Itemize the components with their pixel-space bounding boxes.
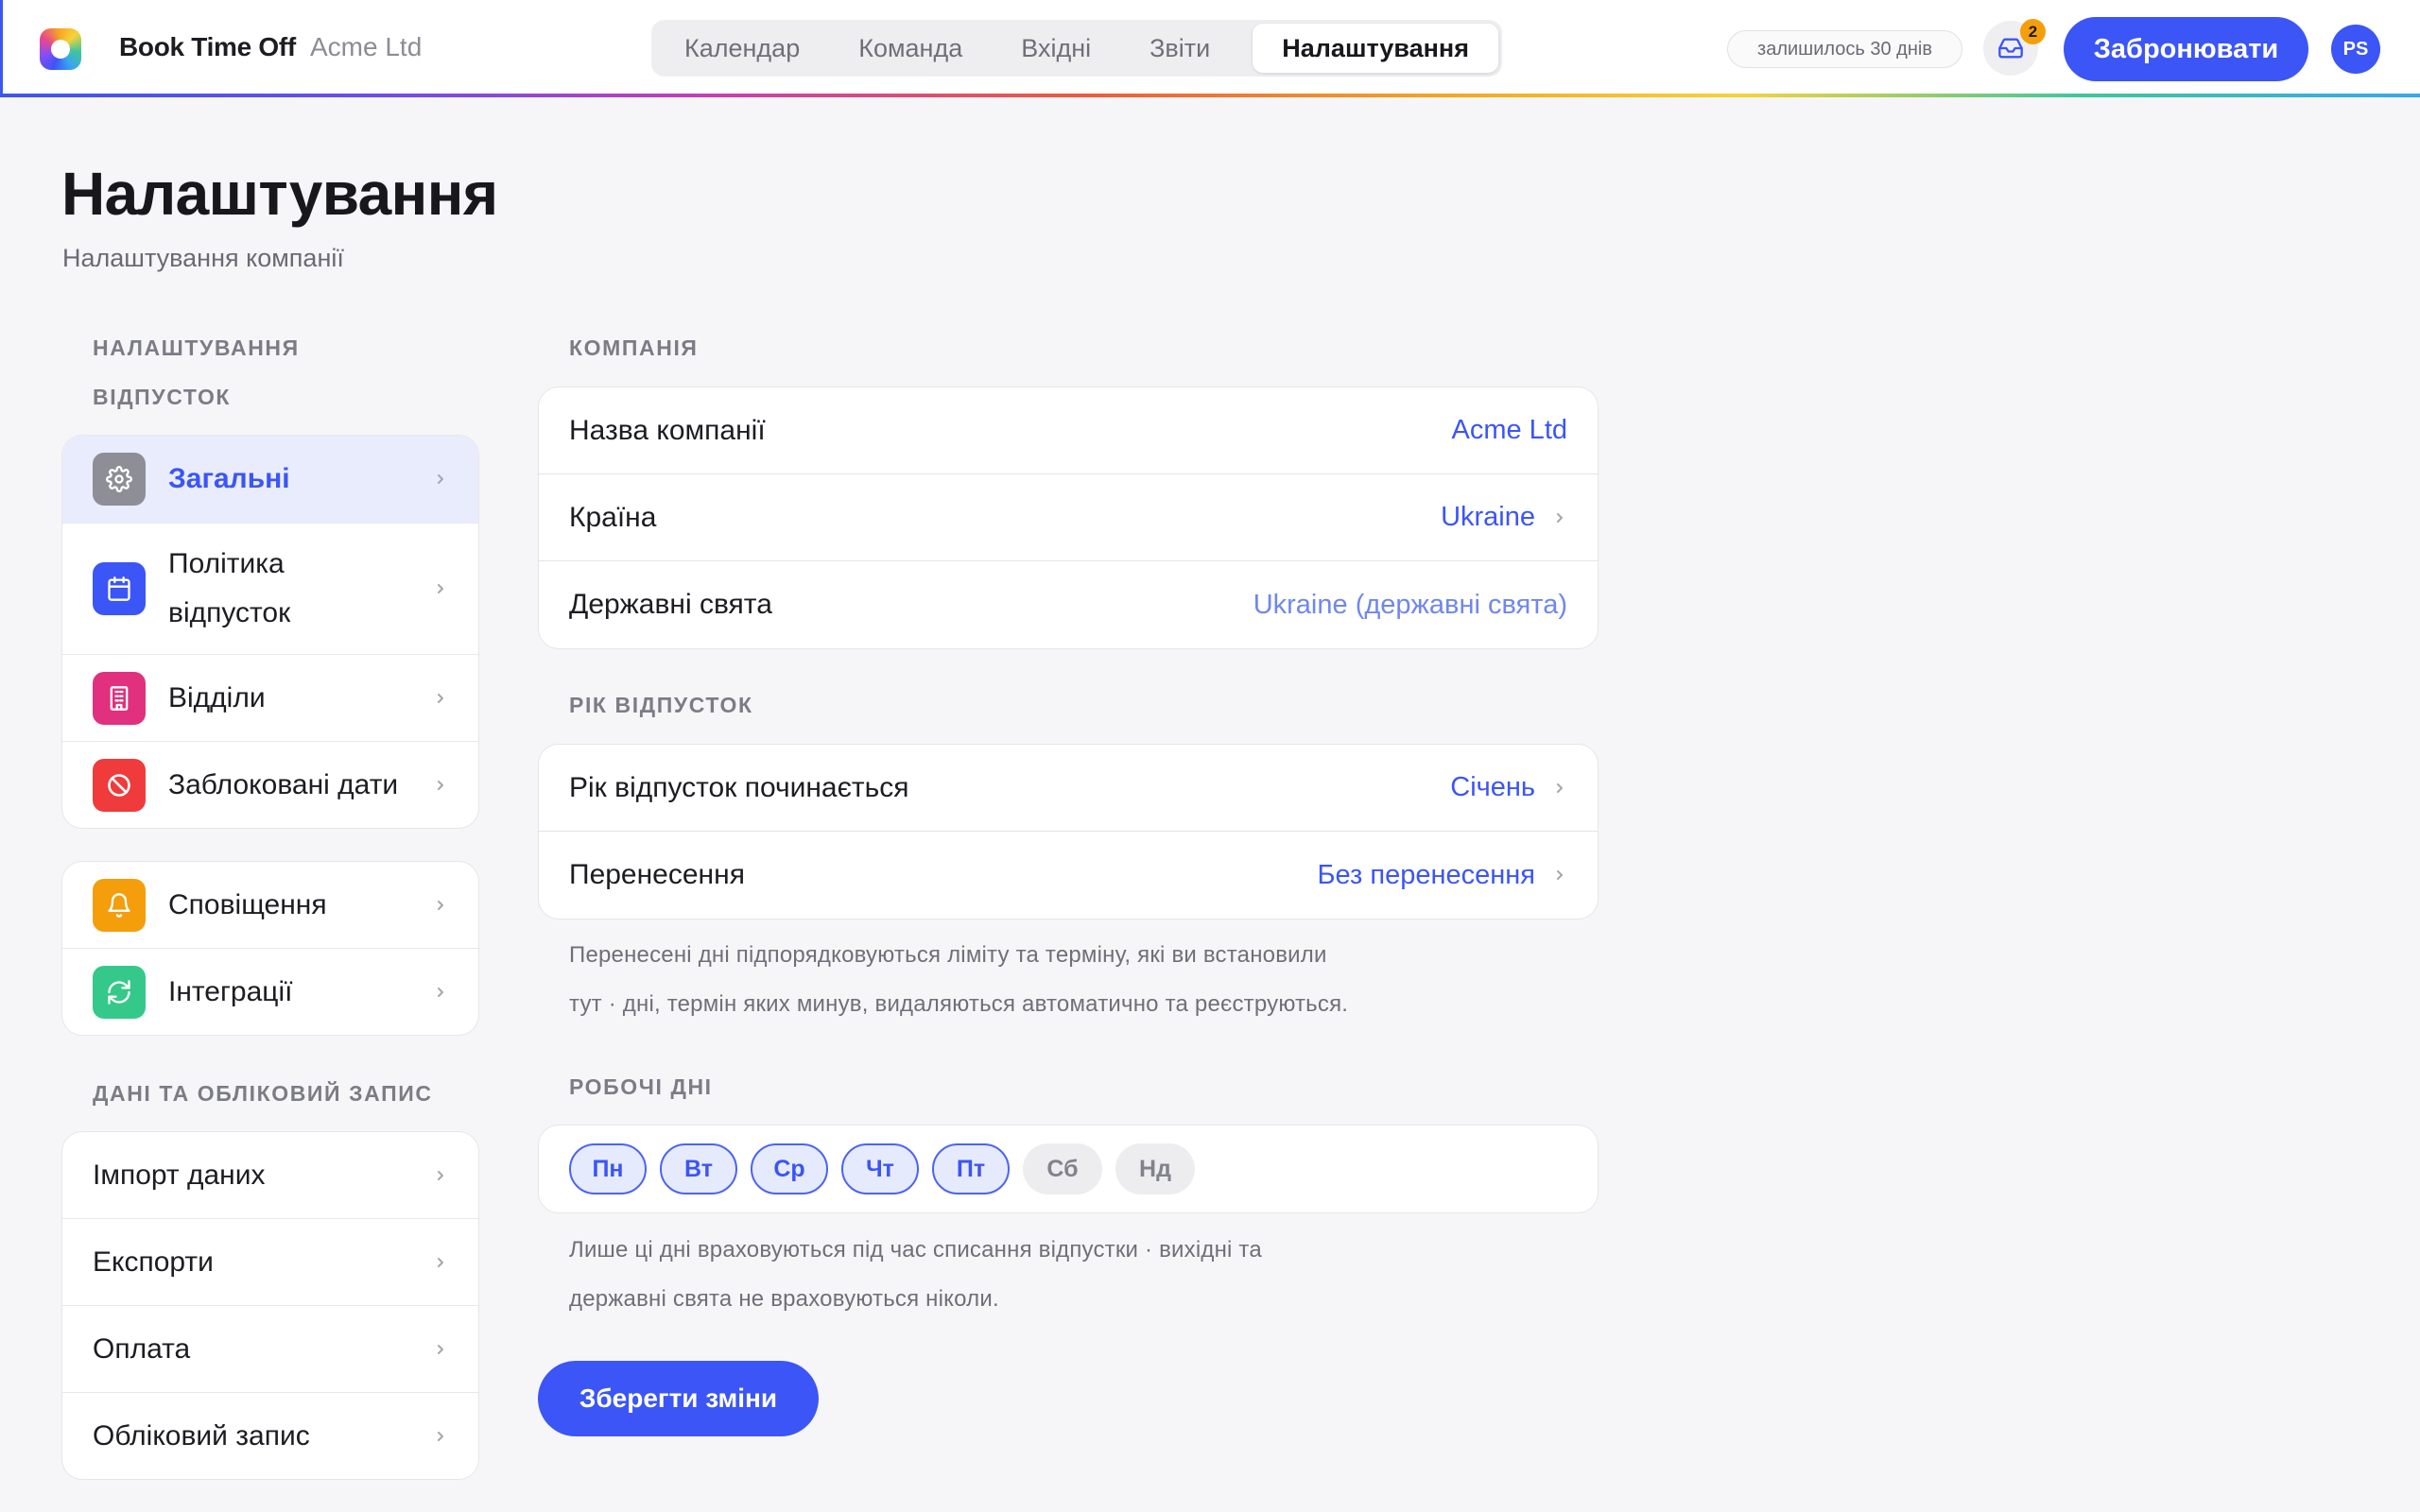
- sidebar-item-label: Заблоковані дати: [168, 769, 399, 800]
- sidebar-item-leave-policy[interactable]: Політика відпусток: [62, 524, 478, 655]
- sidebar-section-data-account: ДАНІ ТА ОБЛІКОВИЙ ЗАПИС: [93, 1081, 433, 1106]
- work-days-note-line1: Лише ці дні враховуються під час списанн…: [569, 1237, 1262, 1263]
- chevron-right-icon: [433, 985, 448, 1000]
- day-toggle-thu[interactable]: Чт: [841, 1143, 919, 1194]
- tab-calendar[interactable]: Календар: [655, 24, 829, 73]
- sidebar-item-label: Загальні: [168, 463, 290, 494]
- chevron-right-icon: [433, 1342, 448, 1357]
- sidebar-item-label: Експорти: [93, 1246, 214, 1278]
- sidebar-group-leave: Загальні Політика відпусток Відділи Забл…: [61, 435, 479, 829]
- leave-year-card: Рік відпусток починається Січень Перенес…: [538, 744, 1599, 919]
- sidebar-item-import[interactable]: Імпорт даних: [62, 1132, 478, 1219]
- country-value: Ukraine: [1441, 502, 1535, 532]
- bell-icon: [93, 878, 146, 932]
- sidebar-item-label: Обліковий запис: [93, 1420, 310, 1452]
- day-toggle-tue[interactable]: Вт: [660, 1143, 737, 1194]
- sidebar-item-account[interactable]: Обліковий запис: [62, 1393, 478, 1479]
- chevron-right-icon: [433, 581, 448, 596]
- tab-settings[interactable]: Налаштування: [1253, 24, 1498, 73]
- sidebar-item-label: Інтеграції: [168, 976, 293, 1007]
- public-holidays-value: Ukraine (державні свята): [1253, 589, 1567, 620]
- inbox-icon: [1998, 38, 2023, 59]
- sidebar-item-exports[interactable]: Експорти: [62, 1219, 478, 1306]
- sidebar-item-billing[interactable]: Оплата: [62, 1306, 478, 1393]
- brand-name: Book Time Off: [119, 32, 296, 61]
- leave-year-start-label: Рік відпусток починається: [569, 771, 909, 803]
- block-icon: [93, 759, 146, 812]
- sidebar-group-data: Імпорт даних Експорти Оплата Обліковий з…: [61, 1131, 479, 1480]
- day-toggle-mon[interactable]: Пн: [569, 1143, 647, 1194]
- save-changes-button[interactable]: Зберегти зміни: [538, 1361, 819, 1436]
- carryover-note-line1: Перенесені дні підпорядковуються ліміту …: [569, 942, 1327, 968]
- section-work-days-label: РОБОЧІ ДНІ: [569, 1074, 713, 1099]
- page-title: Налаштування: [61, 160, 498, 228]
- carryover-label: Перенесення: [569, 859, 745, 890]
- chevron-right-icon: [433, 898, 448, 913]
- sidebar-item-integrations[interactable]: Інтеграції: [62, 949, 478, 1035]
- tab-reports[interactable]: Звіти: [1120, 24, 1239, 73]
- tab-team[interactable]: Команда: [829, 24, 992, 73]
- trial-badge: залишилось 30 днів: [1727, 30, 1962, 68]
- sidebar-item-label: Оплата: [93, 1332, 191, 1365]
- rainbow-divider: [0, 94, 2420, 97]
- sync-icon: [93, 966, 146, 1019]
- day-toggle-fri[interactable]: Пт: [932, 1143, 1010, 1194]
- sidebar-section-leave-settings: НАЛАШТУВАННЯ ВІДПУСТОК: [93, 335, 300, 409]
- chevron-right-icon: [433, 778, 448, 793]
- public-holidays-label: Державні свята: [569, 589, 772, 620]
- public-holidays-row[interactable]: Державні свята Ukraine (державні свята): [539, 561, 1598, 648]
- company-card: Назва компанії Acme Ltd Країна Ukraine Д…: [538, 387, 1599, 649]
- app-logo[interactable]: [40, 28, 81, 70]
- main-nav: Календар Команда Вхідні Звіти Налаштуван…: [651, 20, 1502, 77]
- company-name-row[interactable]: Назва компанії Acme Ltd: [539, 387, 1598, 474]
- work-days-selector: Пн Вт Ср Чт Пт Сб Нд: [539, 1125, 1598, 1212]
- user-avatar[interactable]: PS: [2331, 25, 2380, 74]
- company-name-label: Назва компанії: [569, 414, 766, 446]
- section-company-label: КОМПАНІЯ: [569, 335, 699, 360]
- leave-year-start-row[interactable]: Рік відпусток починається Січень: [539, 745, 1598, 832]
- calendar-icon: [93, 562, 146, 615]
- work-days-note-line2: державні свята не враховуються ніколи.: [569, 1286, 999, 1312]
- inbox-count-badge: 2: [2020, 19, 2046, 44]
- carryover-value: Без перенесення: [1317, 859, 1535, 890]
- sidebar-item-label: Сповіщення: [168, 888, 327, 920]
- sidebar-item-label: Імпорт даних: [93, 1159, 266, 1191]
- country-label: Країна: [569, 501, 657, 533]
- book-time-off-button[interactable]: Забронювати: [2064, 17, 2308, 81]
- carryover-row[interactable]: Перенесення Без перенесення: [539, 832, 1598, 919]
- day-toggle-sun[interactable]: Нд: [1115, 1143, 1195, 1194]
- sidebar-item-label: Відділи: [168, 681, 266, 713]
- sidebar-item-label: Політика відпусток: [168, 548, 291, 628]
- sidebar-item-departments[interactable]: Відділи: [62, 655, 478, 742]
- sidebar-group-notifications: Сповіщення Інтеграції: [61, 861, 479, 1036]
- chevron-right-icon: [1552, 781, 1567, 796]
- chevron-right-icon: [433, 1255, 448, 1270]
- country-row[interactable]: Країна Ukraine: [539, 474, 1598, 561]
- work-days-card: Пн Вт Ср Чт Пт Сб Нд: [538, 1125, 1599, 1213]
- chevron-right-icon: [433, 691, 448, 706]
- chevron-right-icon: [433, 1429, 448, 1444]
- chevron-right-icon: [1552, 510, 1567, 525]
- sidebar-item-notifications[interactable]: Сповіщення: [62, 862, 478, 949]
- section-leave-year-label: РІК ВІДПУСТОК: [569, 693, 753, 717]
- carryover-note-line2: тут · дні, термін яких минув, видаляютьс…: [569, 991, 1349, 1017]
- page-subtitle: Налаштування компанії: [62, 244, 344, 272]
- day-toggle-wed[interactable]: Ср: [751, 1143, 828, 1194]
- sidebar-item-general[interactable]: Загальні: [62, 436, 478, 524]
- chevron-right-icon: [1552, 868, 1567, 883]
- tab-inbox[interactable]: Вхідні: [992, 24, 1120, 73]
- org-name: Acme Ltd: [310, 32, 423, 61]
- building-icon: [93, 671, 146, 725]
- leave-year-start-value: Січень: [1450, 772, 1535, 802]
- day-toggle-sat[interactable]: Сб: [1023, 1143, 1102, 1194]
- sidebar-item-blocked-dates[interactable]: Заблоковані дати: [62, 742, 478, 828]
- chevron-right-icon: [433, 472, 448, 487]
- company-name-value: Acme Ltd: [1451, 415, 1568, 445]
- gear-icon: [93, 453, 146, 506]
- chevron-right-icon: [433, 1168, 448, 1183]
